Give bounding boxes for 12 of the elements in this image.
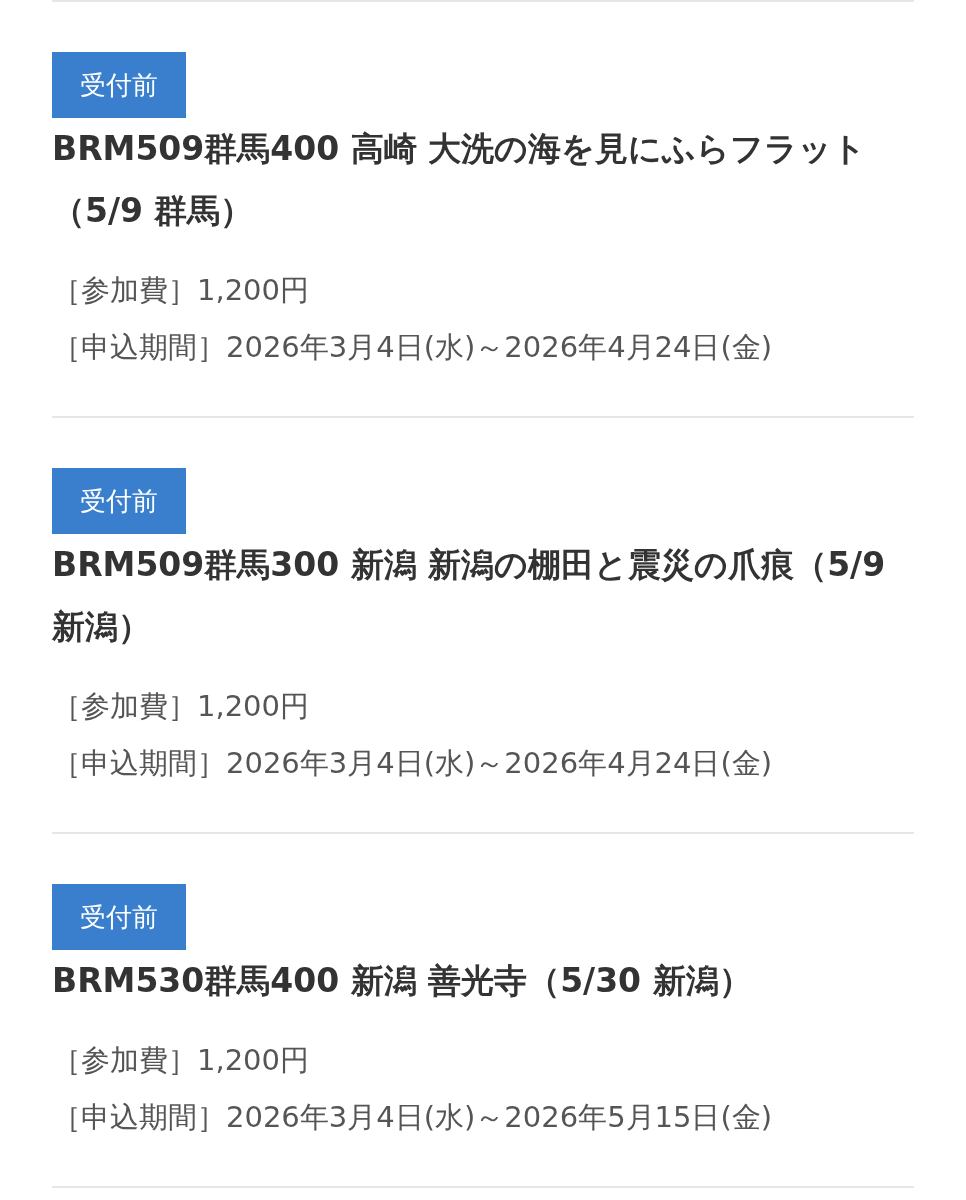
status-badge: 受付前 <box>52 52 186 118</box>
period-text: ［申込期間］2026年3月4日(水)～2026年4月24日(金) <box>52 329 774 366</box>
status-badge: 受付前 <box>52 468 186 534</box>
event-title[interactable]: BRM530群馬400 新潟 善光寺（5/30 新潟） <box>52 950 914 1012</box>
fee-text: ［参加費］1,200円 <box>52 272 311 309</box>
fee-text: ［参加費］1,200円 <box>52 688 311 725</box>
status-badge: 受付前 <box>52 884 186 950</box>
period-text: ［申込期間］2026年3月4日(水)～2026年4月24日(金) <box>52 745 774 782</box>
period-text: ［申込期間］2026年3月4日(水)～2026年5月15日(金) <box>52 1099 774 1136</box>
event-title[interactable]: BRM509群馬300 新潟 新潟の棚田と震災の爪痕（5/9 新潟） <box>52 534 914 658</box>
event-title[interactable]: BRM509群馬400 高崎 大洗の海を見にふらフラット（5/9 群馬） <box>52 118 914 242</box>
fee-text: ［参加費］1,200円 <box>52 1042 311 1079</box>
